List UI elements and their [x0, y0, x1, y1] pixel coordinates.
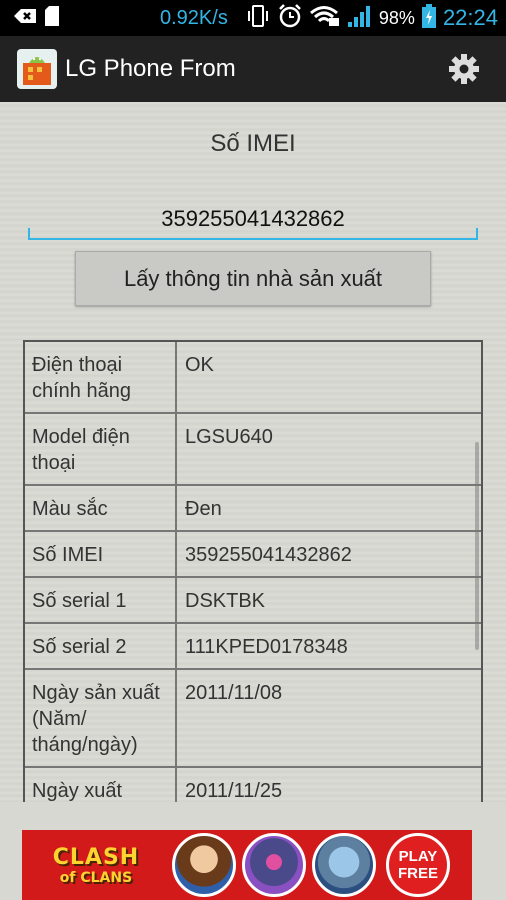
gear-icon — [449, 54, 479, 84]
play-free-button[interactable]: PLAY FREE — [386, 833, 450, 897]
row-key: Màu sắc — [25, 486, 177, 530]
table-row: Màu sắc Đen — [25, 486, 481, 532]
table-row: Số serial 2 111KPED0178348 — [25, 624, 481, 670]
table-row: Ngày xuất 2011/11/25 — [25, 768, 481, 802]
fetch-manufacturer-info-button[interactable]: Lấy thông tin nhà sản xuất — [75, 251, 431, 306]
wizard-character-image — [172, 833, 236, 897]
golem-character-image — [312, 833, 376, 897]
vibrate-icon — [245, 4, 271, 33]
ad-banner[interactable]: CLASH of CLANS PLAY FREE — [22, 830, 472, 900]
wifi-lock-icon — [309, 4, 341, 33]
row-key: Điện thoại chính hãng — [25, 342, 177, 412]
play-label: PLAY — [398, 848, 438, 865]
table-row: Model điện thoại LGSU640 — [25, 414, 481, 486]
row-key: Ngày xuất — [25, 768, 177, 802]
row-key: Số serial 1 — [25, 578, 177, 622]
table-row: Số IMEI 359255041432862 — [25, 532, 481, 578]
row-key: Số IMEI — [25, 532, 177, 576]
row-value: OK — [185, 354, 214, 376]
imei-label: Số IMEI — [210, 130, 296, 157]
row-key: Ngày sản xuất (Năm/ tháng/ngày) — [25, 670, 177, 766]
row-value: LGSU640 — [185, 426, 273, 448]
ad-brand-line2: of CLANS — [59, 869, 133, 886]
main-content: Số IMEI Lấy thông tin nhà sản xuất Điện … — [0, 102, 506, 802]
row-key: Số serial 2 — [25, 624, 177, 668]
ad-brand-line1: CLASH — [52, 844, 140, 870]
imei-input[interactable] — [28, 200, 478, 240]
table-row: Điện thoại chính hãng OK — [25, 342, 481, 414]
pekka-character-image — [242, 833, 306, 897]
android-app-icon[interactable] — [17, 49, 57, 89]
row-value: Đen — [185, 498, 222, 520]
action-bar: LG Phone From — [0, 36, 506, 102]
battery-percent: 98% — [378, 7, 415, 28]
sd-card-icon — [44, 5, 60, 32]
row-value: 2011/11/25 — [185, 780, 283, 802]
table-row: Số serial 1 DSKTBK — [25, 578, 481, 624]
battery-charging-icon — [421, 3, 437, 34]
app-title: LG Phone From — [65, 55, 236, 82]
clock: 22:24 — [442, 5, 498, 30]
row-value: DSKTBK — [185, 590, 266, 612]
usb-debug-icon — [12, 6, 38, 31]
row-value: 2011/11/08 — [185, 682, 283, 704]
row-value: 111KPED0178348 — [185, 636, 348, 658]
settings-button[interactable] — [444, 49, 484, 89]
signal-icon — [347, 4, 373, 33]
row-value: 359255041432862 — [185, 544, 352, 566]
free-label: FREE — [397, 865, 438, 882]
info-table: Điện thoại chính hãng OK Model điện thoạ… — [23, 340, 483, 802]
network-speed: 0.92K/s — [160, 6, 228, 29]
row-key: Model điện thoại — [25, 414, 177, 484]
status-bar: 0.92K/s 98% 22:24 — [0, 0, 506, 36]
table-row: Ngày sản xuất (Năm/ tháng/ngày) 2011/11/… — [25, 670, 481, 768]
ad-area: CLASH of CLANS PLAY FREE — [0, 802, 506, 900]
alarm-icon — [277, 3, 303, 34]
game-logo: CLASH of CLANS — [26, 835, 166, 895]
scrollbar[interactable] — [475, 442, 479, 650]
